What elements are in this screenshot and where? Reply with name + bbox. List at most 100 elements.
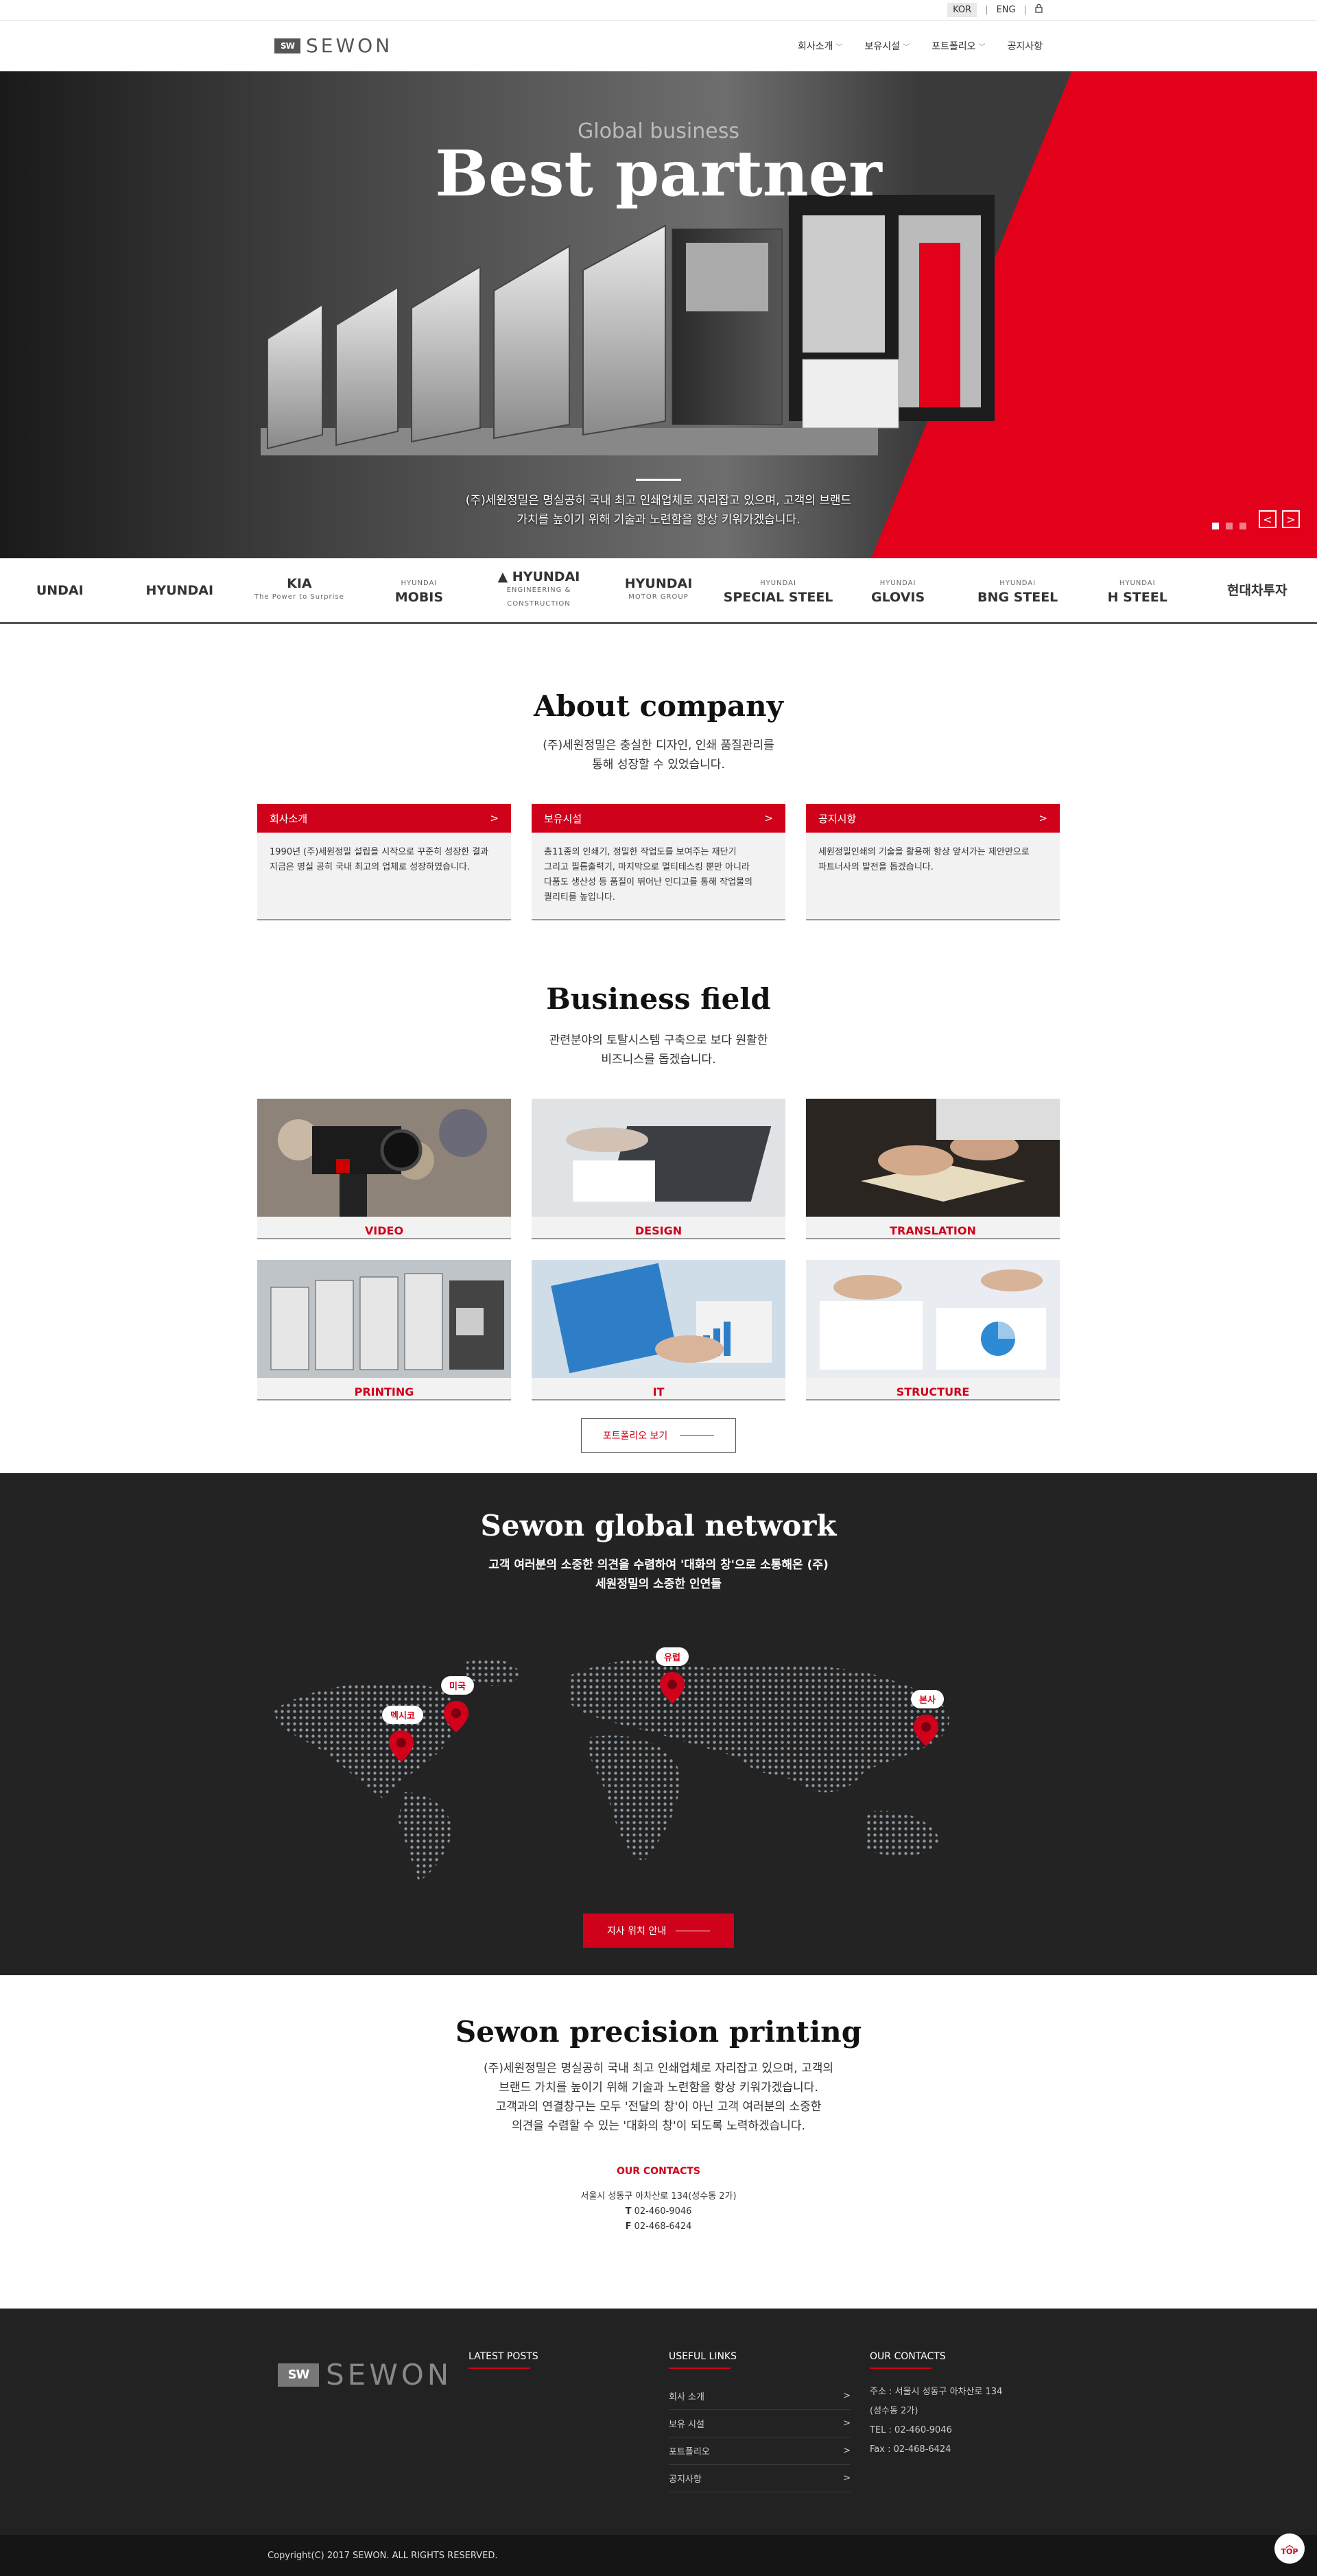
card-facilities[interactable]: 보유시설 > 총11종의 인쇄기, 정밀한 작업도를 보여주는 재단기 그리고 필름…	[532, 804, 785, 920]
arrow-line-icon	[680, 1435, 715, 1436]
pin-label: 본사	[911, 1690, 944, 1708]
slider-dot[interactable]	[1212, 523, 1219, 529]
pin-headquarters[interactable]: 본사	[911, 1690, 944, 1750]
contact-tel: T 02-460-9046	[625, 2206, 692, 2217]
hero-slider: Global business Best partner (주)세원정밀은 명실…	[0, 71, 1317, 558]
chevron-right-icon[interactable]: >	[490, 812, 499, 824]
translation-book-image	[806, 1099, 1060, 1217]
hero-desc-line: (주)세원정밀은 명실공히 국내 최고 인쇄업체로 자리잡고 있으며, 고객의 …	[465, 494, 852, 508]
business-description: 관련분야의 토탈시스템 구축으로 보다 원활한 비즈니스를 돕겠습니다.	[549, 1034, 768, 1066]
lang-kor-link[interactable]: KOR	[947, 3, 977, 17]
printing-description: (주)세원정밀은 명실공히 국내 최고 인쇄업체로 자리잡고 있으며, 고객의 …	[483, 2062, 834, 2133]
card-body: 1990년 (주)세원정밀 설립을 시작으로 꾸준히 성장한 결과 지금은 명실 …	[270, 847, 489, 872]
card-company[interactable]: 회사소개 > 1990년 (주)세원정밀 설립을 시작으로 꾸준히 성장한 결과 지…	[257, 804, 511, 920]
about-cards: 회사소개 > 1990년 (주)세원정밀 설립을 시작으로 꾸준히 성장한 결과 지…	[257, 804, 1060, 920]
useful-links-column: USEFUL LINKS 회사 소개 > 보유 시설 > 포트폴리오 > 공지사항 >	[669, 2351, 851, 2492]
it-tablet-image	[532, 1260, 785, 1378]
partner-logo: HYUNDAI GLOVIS	[871, 579, 925, 605]
network-description: 고객 여러분의 소중한 의견을 수렴하여 '대화의 창'으로 소통해온 (주) …	[488, 1558, 829, 1591]
partner-logo: ▲ HYUNDAI ENGINEERING & CONSTRUCTION	[497, 569, 580, 608]
utility-bar: KOR | ENG |	[0, 0, 1317, 21]
global-network-section: Sewon global network 고객 여러분의 소중한 의견을 수렴하…	[0, 1473, 1317, 1975]
map-pin-icon	[914, 1715, 938, 1746]
slider-arrows: < >	[1259, 510, 1300, 528]
logo-mark: SW	[278, 2363, 319, 2387]
slider-prev-button[interactable]: <	[1259, 510, 1277, 528]
lang-separator: |	[985, 5, 988, 15]
business-item-printing[interactable]: PRINTING	[257, 1260, 511, 1400]
footer-link-portfolio[interactable]: 포트폴리오 >	[669, 2437, 851, 2465]
site-logo[interactable]: SW SEWON	[274, 34, 392, 57]
view-portfolio-button[interactable]: 포트폴리오 보기	[581, 1418, 736, 1453]
design-laptop-image	[532, 1099, 785, 1217]
top-label: TOP	[1281, 2547, 1298, 2556]
video-camera-image	[257, 1099, 511, 1217]
pin-usa[interactable]: 미국	[441, 1676, 474, 1737]
site-header: SW SEWON 회사소개 ﹀ 보유시설 ﹀ 포트폴리오 ﹀ 공지사항	[0, 21, 1317, 71]
slider-dot[interactable]	[1226, 523, 1233, 529]
partner-logo: HYUNDAI MOBIS	[394, 579, 444, 605]
pin-label: 유럽	[656, 1647, 689, 1666]
business-item-video[interactable]: VIDEO	[257, 1099, 511, 1239]
nav-item-company[interactable]: 회사소개 ﹀	[798, 39, 843, 53]
about-description: (주)세원정밀은 충실한 디자인, 인쇄 품질관리를 통해 성장할 수 있었습니…	[543, 739, 774, 772]
map-pin-icon	[660, 1672, 685, 1704]
lock-icon[interactable]	[1035, 3, 1043, 16]
footer-link-facilities[interactable]: 보유 시설 >	[669, 2410, 851, 2437]
footer-link-notice[interactable]: 공지사항 >	[669, 2465, 851, 2492]
card-title: 보유시설	[544, 812, 582, 825]
footer-link-company[interactable]: 회사 소개 >	[669, 2383, 851, 2410]
chevron-right-icon[interactable]: >	[1039, 812, 1047, 824]
chevron-right-icon[interactable]: >	[764, 812, 773, 824]
business-item-design[interactable]: DESIGN	[532, 1099, 785, 1239]
button-label: 포트폴리오 보기	[602, 1431, 668, 1442]
useful-links-title: USEFUL LINKS	[669, 2351, 851, 2369]
partner-logo: HYUNDAI SPECIAL STEEL	[723, 579, 833, 605]
chevron-right-icon: >	[843, 2473, 851, 2483]
partner-logo: HYUNDAI H STEEL	[1107, 579, 1167, 605]
card-title: 회사소개	[270, 812, 308, 825]
lang-eng-link[interactable]: ENG	[997, 5, 1016, 15]
card-notice[interactable]: 공지시항 > 세원정밀인쇄의 기술을 활용해 항상 앞서가는 제안만으로 파트너사의…	[806, 804, 1060, 920]
logo-text: SEWON	[306, 34, 393, 57]
business-item-it[interactable]: IT	[532, 1260, 785, 1400]
copyright-bar: Copyright(C) 2017 SEWON. ALL RIGHTS RESE…	[0, 2535, 1317, 2576]
nav-item-notice[interactable]: 공지사항	[1007, 39, 1043, 53]
business-item-label: DESIGN	[634, 1224, 683, 1237]
scroll-top-button[interactable]: ︿ TOP	[1274, 2533, 1305, 2564]
partner-logo: UNDAI	[36, 582, 84, 598]
button-label: 지사 위치 안내	[606, 1926, 667, 1937]
partner-logo: KIA The Power to Surprise	[254, 575, 344, 601]
slider-dot[interactable]	[1239, 523, 1246, 529]
slider-next-button[interactable]: >	[1282, 510, 1300, 528]
card-body: 세원정밀인쇄의 기술을 활용해 항상 앞서가는 제안만으로 파트너사의 발전을 돕…	[818, 847, 1030, 872]
chevron-right-icon: >	[843, 2418, 851, 2429]
pin-mexico[interactable]: 멕시코	[382, 1706, 423, 1766]
business-item-translation[interactable]: TRANSLATION	[806, 1099, 1060, 1239]
partner-logo: HYUNDAI MOTOR GROUP	[624, 575, 693, 601]
nav-item-facilities[interactable]: 보유시설 ﹀	[865, 39, 910, 53]
printing-press-image	[257, 1260, 511, 1378]
footer-contacts-title: OUR CONTACTS	[870, 2351, 1052, 2369]
partner-logo: HYUNDAI BNG STEEL	[977, 579, 1058, 605]
pin-label: 멕시코	[382, 1706, 423, 1724]
footer-address-line: (성수동 2가)	[870, 2406, 918, 2416]
branch-location-button[interactable]: 지사 위치 안내	[583, 1913, 734, 1948]
partner-logo: 현대차투자	[1227, 582, 1288, 598]
pin-label: 미국	[441, 1676, 474, 1695]
chevron-right-icon: >	[843, 2446, 851, 2456]
business-grid: VIDEO DESIGN TRANSLATION PRINTING IT STR…	[257, 1099, 1060, 1400]
pin-europe[interactable]: 유럽	[656, 1647, 689, 1708]
structure-charts-image	[806, 1260, 1060, 1378]
nav-item-portfolio[interactable]: 포트폴리오 ﹀	[932, 39, 985, 53]
card-body: 총11종의 인쇄기, 정밀한 작업도를 보여주는 재단기 그리고 필름출력기, 마…	[544, 847, 753, 903]
business-item-structure[interactable]: STRUCTURE	[806, 1260, 1060, 1400]
chevron-down-icon: ﹀	[903, 43, 910, 51]
hero-divider	[636, 479, 681, 481]
our-contacts-column: OUR CONTACTS 주소 : 서울시 성동구 아차산로 134 (성수동 …	[870, 2351, 1052, 2459]
footer-logo[interactable]: SW SEWON	[278, 2358, 452, 2392]
business-title: Business field	[546, 982, 771, 1016]
footer-fax: Fax : 02-468-6424	[870, 2444, 951, 2455]
copyright-text: Copyright(C) 2017 SEWON. ALL RIGHTS RESE…	[268, 2550, 498, 2561]
latest-posts-column: LATEST POSTS	[468, 2351, 650, 2369]
